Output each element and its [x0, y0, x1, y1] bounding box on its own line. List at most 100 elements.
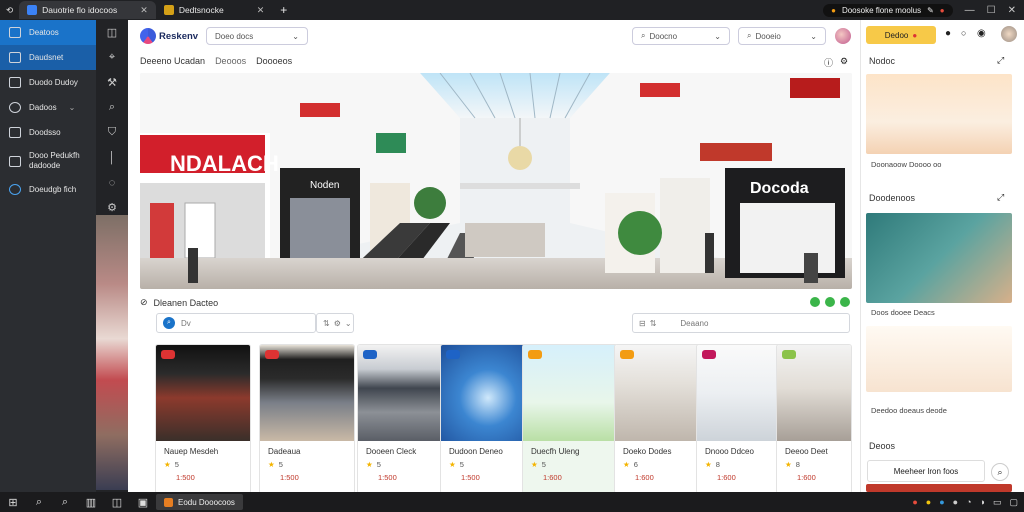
- sort-control[interactable]: ⇅ ⚙ ⌄: [316, 313, 354, 333]
- browser-tab-active[interactable]: Dauotrie flo idocoos ✕: [19, 1, 156, 19]
- extension-pill[interactable]: ● Doosoke flone moolus ✎ ●: [823, 3, 953, 17]
- sidebar-item-label: Dadoos: [29, 103, 57, 112]
- rating-value: 5: [376, 460, 381, 469]
- sidebar: Deatoos Daudsnet Duodo Dudoy Dadoos ⌄ Doo…: [0, 20, 96, 492]
- breadcrumb-item[interactable]: Doooeos: [256, 56, 292, 66]
- category-dropdown[interactable]: Doeo docs ⌄: [206, 27, 308, 45]
- filter-input[interactable]: ⊟ ⇅ Deaano: [632, 313, 850, 333]
- panel-action-button[interactable]: Meeheer lron foos: [867, 460, 985, 482]
- chat-icon[interactable]: ◫: [104, 496, 130, 509]
- store-icon: [9, 77, 21, 88]
- product-rating: ★ 5: [531, 460, 617, 469]
- panel-toggle-icon[interactable]: ◫: [96, 20, 128, 45]
- sidebar-item-globe[interactable]: Doeudgb fich: [0, 177, 96, 202]
- browser-tab-bar: ⟲ Dauotrie flo idocoos ✕ Dedtsnocke ✕ + …: [0, 0, 1024, 20]
- start-icon[interactable]: ⊞: [0, 496, 26, 509]
- shield-icon[interactable]: ⛉: [96, 120, 128, 145]
- tray-icon[interactable]: ●: [912, 497, 917, 508]
- maximize-icon[interactable]: ☐: [987, 5, 996, 16]
- panel-caption: Doonaoow Doooo oo: [871, 160, 942, 169]
- expand-icon[interactable]: ⤢: [997, 192, 1004, 203]
- svg-text:Noden: Noden: [310, 180, 339, 191]
- product-image: [777, 345, 851, 441]
- breadcrumb-item[interactable]: Deooos: [215, 56, 246, 66]
- list-icon: [9, 127, 21, 138]
- hero-mall-image: NDALACH Noden Docoda: [140, 73, 852, 289]
- sidebar-item-list[interactable]: Doodsso: [0, 120, 96, 145]
- tray-icon[interactable]: ●: [953, 497, 958, 508]
- volume-icon[interactable]: ◑: [980, 497, 985, 508]
- product-card[interactable]: Nauep Mesdeh ★ 5 1:500: [155, 344, 251, 494]
- expand-icon[interactable]: ⤢: [997, 55, 1004, 66]
- breadcrumb-item[interactable]: Deeeno Ucadan: [140, 56, 205, 66]
- search-icon[interactable]: ⌕: [96, 95, 128, 120]
- badge-label: Dedoo: [884, 30, 909, 40]
- tray-icon[interactable]: ●: [939, 497, 944, 508]
- product-price: 1:500: [176, 473, 195, 482]
- notification-icon[interactable]: ○: [961, 28, 966, 38]
- search-icon: ⌕: [163, 317, 175, 329]
- browser-icon[interactable]: ▣: [130, 496, 156, 509]
- fire-icon: ●: [912, 30, 918, 40]
- product-card[interactable]: Deeoo Deet ★ 8 1:600: [776, 344, 852, 494]
- sidebar-item-label: Duodo Dudoy: [29, 78, 78, 87]
- tray-icon[interactable]: ●: [926, 497, 931, 508]
- taskbar-app[interactable]: Eodu Dooocoos: [156, 494, 243, 510]
- user-avatar[interactable]: [1001, 26, 1017, 42]
- sidebar-item-store[interactable]: Duodo Dudoy: [0, 70, 96, 95]
- tab-favicon-icon: [163, 5, 174, 15]
- svg-text:NDALACH: NDALACH: [170, 151, 279, 176]
- chat-icon[interactable]: ◌: [96, 170, 128, 195]
- battery-icon[interactable]: ▭: [993, 497, 1002, 508]
- github-icon[interactable]: ◉: [977, 28, 986, 39]
- status-dot-icon[interactable]: [840, 297, 850, 307]
- search-icon: ⌕: [747, 31, 752, 40]
- new-tab-plus-icon[interactable]: +: [272, 1, 295, 19]
- main-content: Reskenv Doeo docs ⌄ ⌕ Doocno ⌄ ⌕ Dooeio ⌄ Dee…: [128, 20, 860, 494]
- brand-name: Reskenv: [159, 30, 199, 42]
- product-badge: [620, 350, 634, 359]
- tools-icon[interactable]: ⚒: [96, 70, 128, 95]
- search-icon[interactable]: ⌕: [52, 496, 78, 509]
- panel-image: [866, 326, 1012, 392]
- search-icon[interactable]: ⌕: [26, 496, 52, 509]
- product-badge: [446, 350, 460, 359]
- rating-value: 5: [174, 460, 179, 469]
- product-search-input[interactable]: ⌕ Dv: [156, 313, 316, 333]
- sidebar-item-cart[interactable]: Dadoos ⌄: [0, 95, 96, 120]
- search-placeholder: Dv: [181, 318, 191, 328]
- product-card[interactable]: Duecfh Uleng ★ 5 1:600: [522, 344, 618, 494]
- back-icon[interactable]: ⟲: [0, 1, 19, 19]
- sidebar-item-inbox[interactable]: Daudsnet: [0, 45, 96, 70]
- close-tab-icon[interactable]: ✕: [140, 5, 148, 16]
- panel-caption: Deedoo doeaus deode: [871, 406, 947, 415]
- pin-icon[interactable]: ⌖: [96, 45, 128, 70]
- promo-badge[interactable]: Dedoo ●: [866, 26, 936, 44]
- search-dropdown[interactable]: ⌕ Doocno ⌄: [632, 27, 730, 45]
- close-tab-icon[interactable]: ✕: [257, 5, 265, 16]
- sidebar-item-image[interactable]: Dooo Pedukfh dadoode: [0, 145, 96, 177]
- sidebar-item-grid[interactable]: Deatoos: [0, 20, 96, 45]
- minimize-icon[interactable]: —: [965, 5, 975, 16]
- browser-tab[interactable]: Dedtsnocke ✕: [156, 1, 272, 19]
- product-badge: [702, 350, 716, 359]
- chart-icon[interactable]: ▥: [78, 496, 104, 509]
- status-dot-icon[interactable]: [810, 297, 820, 307]
- status-dot-icon[interactable]: [825, 297, 835, 307]
- button-label: Meeheer lron foos: [893, 466, 959, 476]
- star-icon: ★: [164, 460, 171, 469]
- product-card[interactable]: Dooeen Cleck ★ 5 1:500: [357, 344, 453, 494]
- info-icon[interactable]: ⓘ: [824, 56, 833, 69]
- product-card[interactable]: Dadeaua ★ 5 1:500: [259, 344, 355, 494]
- settings-icon[interactable]: ⚙: [840, 56, 848, 67]
- notification-icon[interactable]: ▢: [1009, 497, 1018, 508]
- close-window-icon[interactable]: ✕: [1008, 5, 1016, 16]
- chat-icon[interactable]: ⌕: [991, 463, 1009, 481]
- product-title: Duecfh Uleng: [531, 447, 580, 456]
- user-avatar[interactable]: [835, 28, 851, 44]
- image-icon: [9, 155, 21, 167]
- filter-dropdown[interactable]: ⌕ Dooeio ⌄: [738, 27, 826, 45]
- product-image: [441, 345, 535, 441]
- wifi-icon[interactable]: ◔: [966, 497, 971, 508]
- account-icon[interactable]: ●: [945, 28, 951, 39]
